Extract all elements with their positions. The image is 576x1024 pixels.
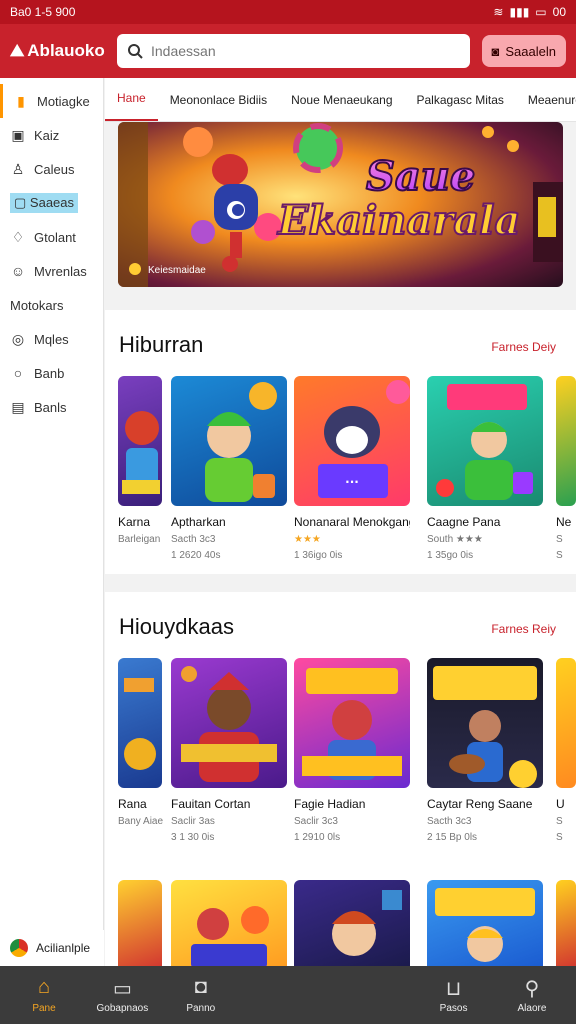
- wifi-icon: ≋: [493, 5, 504, 19]
- chat-icon: ♢: [11, 228, 25, 245]
- section-more-link[interactable]: Farnes Reiy: [491, 622, 556, 636]
- section-hiouydkaas: Hiouydkaas Farnes Reiy Rana Bany Aiae Fa…: [105, 592, 576, 966]
- game-card[interactable]: Caytar Reng Saane Sacth 3c3 2 15 Bp 0ls: [427, 658, 543, 843]
- search-box[interactable]: [117, 34, 470, 68]
- battery-level: 00: [552, 5, 566, 19]
- sidebar-item-2[interactable]: ♙ Caleus: [0, 152, 103, 186]
- nav-basket[interactable]: ⊔ Pasos: [422, 966, 486, 1024]
- game-card[interactable]: U S S: [556, 658, 576, 843]
- tab-4[interactable]: Meaenuro: [516, 78, 576, 121]
- game-thumbnail: [118, 880, 162, 966]
- battery-icon: ▭: [535, 5, 547, 19]
- sidebar-item-5[interactable]: ☺ Mvrenlas: [0, 254, 103, 288]
- game-card[interactable]: ··· Nonanaral Menokgang ★★★ 1 36igo 0is: [294, 376, 410, 561]
- game-card[interactable]: [118, 880, 162, 966]
- app-name: Ablauoko: [27, 41, 105, 60]
- sidebar-item-6[interactable]: Motokars: [0, 288, 103, 322]
- status-bar: Ba0 1-5 900 ≋ ▮▮▮ ▭ 00: [0, 0, 576, 24]
- box-icon: ▣: [11, 126, 25, 143]
- game-thumbnail: [427, 376, 543, 506]
- game-card[interactable]: Fagie Hadian Saclir 3c3 1 2910 0ls: [294, 658, 410, 843]
- game-thumbnail: [171, 658, 287, 788]
- promo-banner[interactable]: Saue Ekainarala Keiesmaidae: [118, 122, 563, 287]
- sidebar-bottom-app[interactable]: Acilianlple: [0, 930, 104, 966]
- nav-search[interactable]: ⚲ Alaore: [500, 966, 564, 1024]
- game-thumbnail: [427, 658, 543, 788]
- header-action-button[interactable]: ◙ Saaaleln: [481, 35, 566, 67]
- section-more-link[interactable]: Farnes Deiy: [491, 340, 556, 354]
- game-thumbnail: [171, 880, 287, 966]
- game-card[interactable]: Aptharkan Sacth 3c3 1 2620 40s: [171, 376, 287, 561]
- sidebar-item-4[interactable]: ♢ Gtolant: [0, 220, 103, 254]
- signal-icon: ▮▮▮: [509, 5, 530, 19]
- tab-1[interactable]: Meononlace Bidiis: [158, 78, 279, 121]
- game-thumbnail: [171, 376, 287, 506]
- nav-home[interactable]: ⌂ Pane: [12, 966, 76, 1024]
- game-thumbnail: [118, 376, 162, 506]
- sidebar-item-1[interactable]: ▣ Kaiz: [0, 118, 103, 152]
- sidebar-item-3[interactable]: ▢ Saaeas: [0, 186, 103, 220]
- section-title: Hiouydkaas: [119, 614, 234, 639]
- game-icon: ◘: [194, 976, 207, 998]
- banner-artwork: Saue Ekainarala Keiesmaidae: [118, 122, 563, 287]
- search-icon: [128, 44, 143, 59]
- game-thumbnail: [294, 658, 410, 788]
- sidebar-item-7[interactable]: ◎ Mqles: [0, 322, 103, 356]
- game-thumbnail: [556, 658, 576, 788]
- sidebar-item-8[interactable]: ○ Banb: [0, 356, 103, 390]
- bottom-nav: ⌂ Pane ▭ Gobapnaos ◘ Panno ⊔ Pasos ⚲ Ala…: [0, 966, 576, 1024]
- tab-bar: Hane Meononlace Bidiis Noue Menaeukang P…: [105, 78, 576, 122]
- book-icon: ▮: [17, 92, 25, 109]
- game-thumbnail: [427, 880, 543, 966]
- banner-title-1: Saue: [366, 153, 475, 200]
- gift-icon: ▤: [11, 398, 25, 415]
- section-title: Hiburran: [119, 332, 204, 357]
- main-content: Saue Ekainarala Keiesmaidae Hiburran Far…: [105, 122, 576, 966]
- tab-2[interactable]: Noue Menaeukang: [279, 78, 404, 121]
- sidebar-item-0[interactable]: ▮ Motiagke: [0, 84, 103, 118]
- game-card[interactable]: Karna Barleigan: [118, 376, 162, 545]
- person-icon: ♙: [11, 160, 25, 177]
- app-logo[interactable]: ⛰ Ablauoko: [10, 41, 105, 61]
- nav-games[interactable]: ◘ Panno: [169, 966, 233, 1024]
- section-hiburran: Hiburran Farnes Deiy Karna Barleigan Apt…: [105, 310, 576, 574]
- smile-icon: ☺: [10, 263, 26, 279]
- search-icon: ⚲: [524, 978, 540, 1000]
- square-icon: ▢: [14, 195, 27, 210]
- sidebar: ▮ Motiagke ▣ Kaiz ♙ Caleus ▢ Saaeas ♢ Gt…: [0, 78, 104, 966]
- game-card[interactable]: [294, 880, 410, 966]
- pin-icon: ◎: [11, 330, 25, 347]
- svg-text:···: ···: [345, 475, 359, 489]
- game-thumbnail: [556, 880, 576, 966]
- game-card[interactable]: [556, 880, 576, 966]
- basket-icon: ⊔: [445, 978, 462, 1000]
- status-time: Ba0 1-5 900: [10, 5, 76, 19]
- tablet-icon: ▭: [112, 978, 132, 1000]
- search-icon: ○: [13, 365, 23, 381]
- sidebar-item-9[interactable]: ▤ Banls: [0, 390, 103, 424]
- game-card[interactable]: Fauitan Cortan Saclir 3as 3 1 30 0is: [171, 658, 287, 843]
- game-thumbnail: [556, 376, 576, 506]
- game-card[interactable]: [171, 880, 287, 966]
- banner-title-2: Ekainarala: [277, 197, 520, 244]
- game-thumbnail: [294, 880, 410, 966]
- game-thumbnail: ···: [294, 376, 410, 506]
- tab-3[interactable]: Palkagasc Mitas: [405, 78, 516, 121]
- chrome-icon: [10, 939, 28, 957]
- app-header: ⛰ Ablauoko ◙ Saaaleln: [0, 24, 576, 78]
- nav-tablet[interactable]: ▭ Gobapnaos: [90, 966, 154, 1024]
- logo-icon: ⛰: [10, 41, 25, 60]
- game-card[interactable]: Rana Bany Aiae: [118, 658, 163, 827]
- banner-caption: Keiesmaidae: [148, 265, 206, 276]
- game-card[interactable]: [427, 880, 543, 966]
- game-card[interactable]: Caagne Pana South ★★★ 1 35go 0is: [427, 376, 543, 561]
- tab-0[interactable]: Hane: [105, 78, 158, 121]
- game-card[interactable]: Ne S S: [556, 376, 576, 561]
- camera-icon: ◙: [491, 43, 500, 59]
- search-input[interactable]: [151, 43, 460, 59]
- home-icon: ⌂: [37, 976, 51, 998]
- game-thumbnail: [118, 658, 162, 788]
